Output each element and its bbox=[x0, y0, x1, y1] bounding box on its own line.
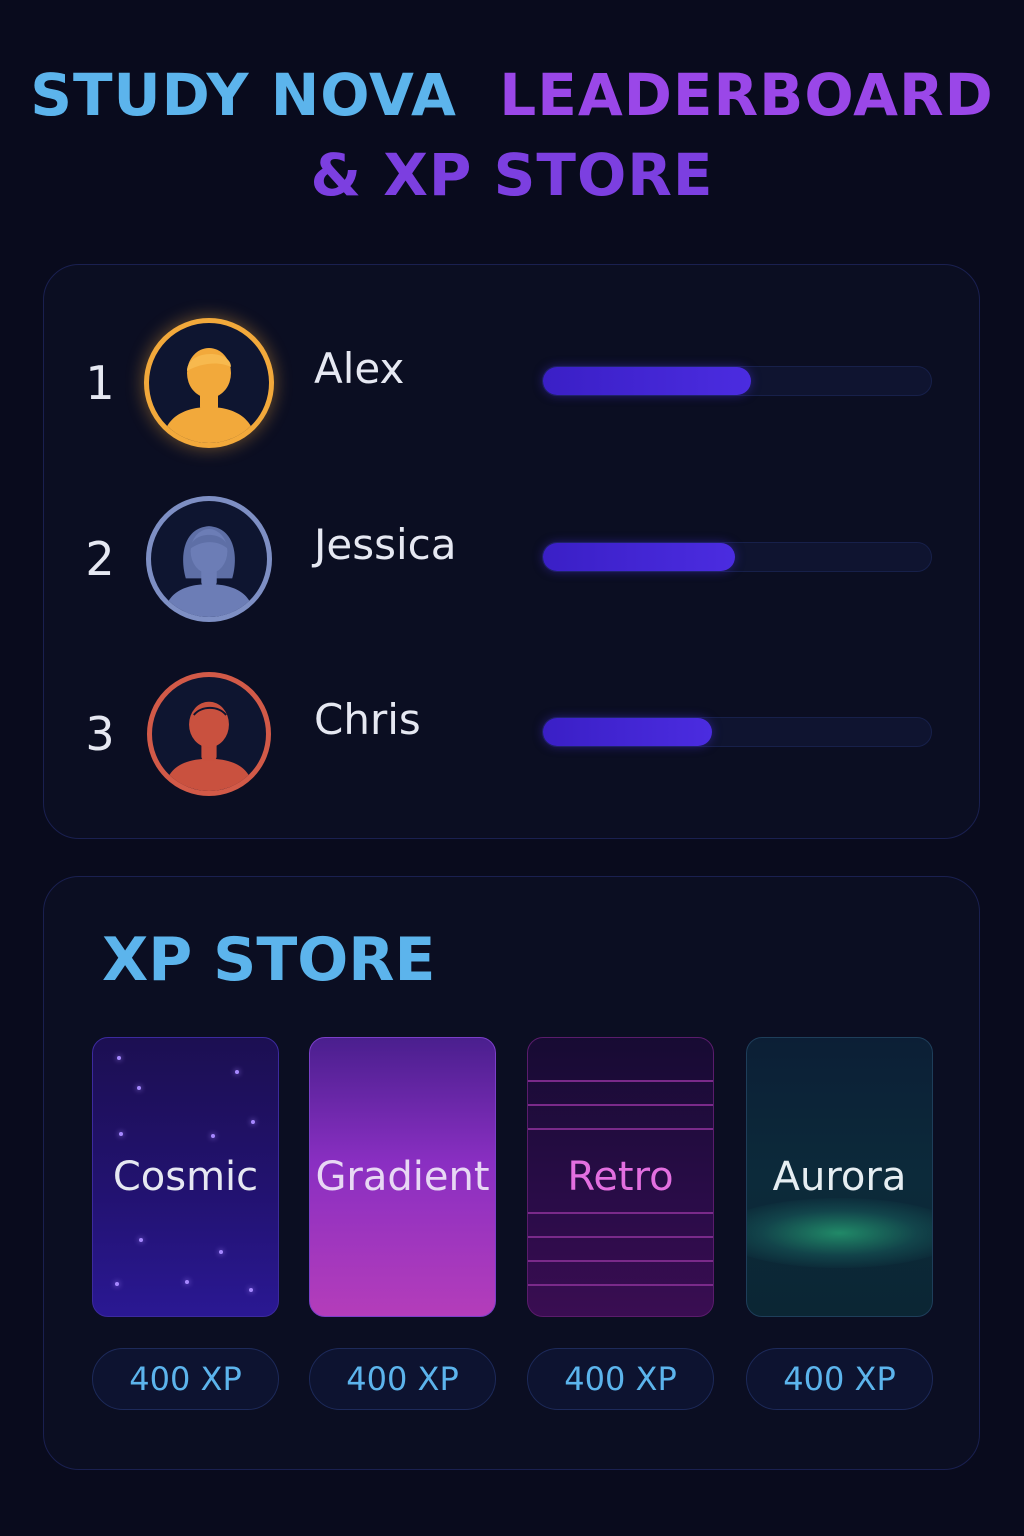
store-item-name: Cosmic bbox=[112, 1154, 259, 1200]
store-item-price-button[interactable]: 400 XP bbox=[746, 1348, 933, 1410]
title-leaderboard: LEADERBOARD bbox=[499, 61, 994, 129]
user-avatar-icon bbox=[146, 496, 272, 622]
leaderboard-row[interactable]: 1 Alex bbox=[44, 318, 979, 448]
xp-progress-fill bbox=[543, 367, 751, 395]
retro-stripe bbox=[528, 1080, 713, 1082]
leaderboard-row[interactable]: 2 Jessica bbox=[44, 494, 979, 624]
store-item-price-button[interactable]: 400 XP bbox=[309, 1348, 496, 1410]
retro-stripe bbox=[528, 1104, 713, 1106]
app-name: STUDY NOVA bbox=[30, 61, 457, 129]
xp-progress-fill bbox=[543, 718, 712, 746]
store-title: XP STORE bbox=[102, 925, 436, 995]
xp-store-panel: XP STORE Cosmic 400 XP Gradient 400 XP R… bbox=[43, 876, 980, 1470]
xp-progress-bar bbox=[542, 542, 932, 572]
star-decoration bbox=[115, 1282, 119, 1286]
player-name: Alex bbox=[314, 344, 405, 393]
store-item-name: Gradient bbox=[315, 1154, 490, 1200]
store-item-cosmic[interactable]: Cosmic bbox=[92, 1037, 279, 1317]
retro-stripe bbox=[528, 1128, 713, 1130]
user-avatar-icon bbox=[144, 318, 274, 448]
page-title-line-2: & XP STORE bbox=[310, 141, 714, 209]
avatar-silhouette-icon bbox=[165, 701, 253, 791]
rank-number: 3 bbox=[85, 707, 115, 761]
avatar-silhouette-icon bbox=[164, 526, 254, 617]
aurora-glow bbox=[747, 1198, 932, 1268]
store-item-retro[interactable]: Retro bbox=[527, 1037, 714, 1317]
retro-stripe bbox=[528, 1212, 713, 1214]
store-item-gradient[interactable]: Gradient bbox=[309, 1037, 496, 1317]
retro-stripe bbox=[528, 1236, 713, 1238]
star-decoration bbox=[219, 1250, 223, 1254]
star-decoration bbox=[211, 1134, 215, 1138]
star-decoration bbox=[137, 1086, 141, 1090]
player-name: Jessica bbox=[314, 520, 457, 569]
store-item-price-button[interactable]: 400 XP bbox=[92, 1348, 279, 1410]
star-decoration bbox=[119, 1132, 123, 1136]
user-avatar-icon bbox=[147, 672, 271, 796]
star-decoration bbox=[235, 1070, 239, 1074]
store-item-price-button[interactable]: 400 XP bbox=[527, 1348, 714, 1410]
leaderboard-row[interactable]: 3 Chris bbox=[44, 669, 979, 799]
avatar-silhouette-icon bbox=[163, 348, 255, 443]
xp-progress-bar bbox=[542, 717, 932, 747]
star-decoration bbox=[249, 1288, 253, 1292]
store-item-name: Retro bbox=[567, 1154, 674, 1200]
star-decoration bbox=[139, 1238, 143, 1242]
leaderboard-panel: 1 Alex 2 Jessica 3 Chris bbox=[43, 264, 980, 839]
xp-progress-fill bbox=[543, 543, 736, 571]
player-name: Chris bbox=[314, 695, 421, 744]
star-decoration bbox=[251, 1120, 255, 1124]
xp-progress-bar bbox=[542, 366, 932, 396]
rank-number: 1 bbox=[85, 356, 115, 410]
store-item-aurora[interactable]: Aurora bbox=[746, 1037, 933, 1317]
rank-number: 2 bbox=[85, 532, 115, 586]
retro-stripe bbox=[528, 1260, 713, 1262]
star-decoration bbox=[117, 1056, 121, 1060]
retro-stripe bbox=[528, 1284, 713, 1286]
page-title-line-1: STUDY NOVA LEADERBOARD bbox=[0, 66, 1024, 124]
star-decoration bbox=[185, 1280, 189, 1284]
store-item-name: Aurora bbox=[772, 1154, 907, 1200]
